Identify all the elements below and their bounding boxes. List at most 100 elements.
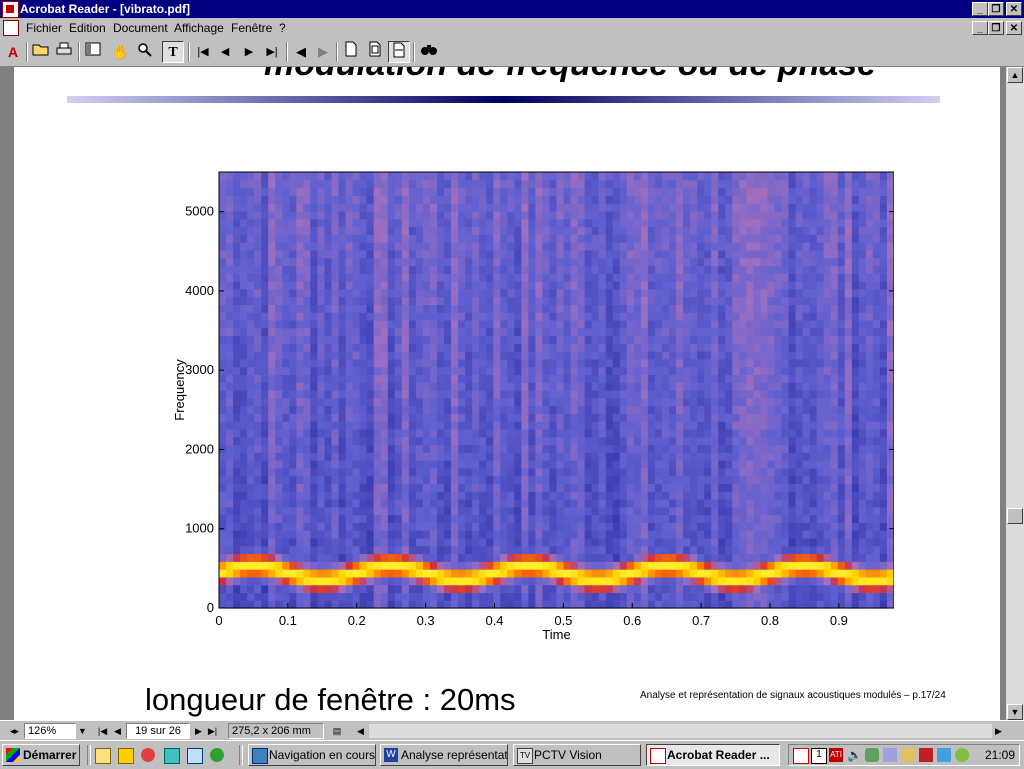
spectrogram-cell [823,452,832,461]
spectrogram-cell [500,444,508,453]
spectrogram-cell [261,499,269,508]
spectrogram-cell [753,506,762,516]
spectrogram-cell [598,195,607,204]
fit-page-icon[interactable] [364,41,386,63]
spectrogram-cell [802,483,811,492]
maximize-button[interactable]: ❐ [988,2,1004,16]
spectrogram-cell [669,460,677,469]
prev-page-icon[interactable]: ◀ [214,41,236,63]
next-page-icon[interactable]: ▶ [238,41,260,63]
spectrogram-cell [408,210,417,220]
spectrogram-cell [774,288,783,298]
spectrogram-cell [767,460,776,469]
menu-fenetre[interactable]: Fenêtre [231,21,272,35]
spectrogram-cell [697,319,705,329]
spectrogram-cell [704,242,712,251]
spectrogram-cell [514,351,522,360]
spectrogram-cell [788,172,797,181]
spectrogram-cell [338,522,347,531]
spectrogram-cell [577,249,586,259]
thumbnails-icon[interactable] [82,41,104,63]
spectrogram-cell [781,327,790,337]
spectrogram-cell [676,296,684,305]
find-icon[interactable] [418,41,440,63]
spectrogram-cell [704,428,712,438]
spectrogram-cell [781,358,790,368]
spectrogram-cell [401,561,410,570]
spectrogram-cell [816,319,825,329]
spectrogram-cell [472,358,480,368]
first-page-icon[interactable]: |◀ [192,41,214,63]
spectrogram-cell [436,390,445,399]
spectrogram-cell [605,257,614,267]
spectrogram-cell [310,288,319,298]
menu-document[interactable]: Document [113,21,168,35]
spectrogram-cell [661,296,670,305]
spectrogram-cell [233,234,241,243]
spectrogram-cell [704,576,712,586]
minimize-button[interactable]: _ [972,2,988,16]
spectrogram-cell [690,413,698,422]
zoom-icon[interactable] [134,41,156,63]
spectrogram-cell [640,452,649,461]
spectrogram-cell [394,203,403,212]
spectrogram-cell [282,553,290,562]
spectrogram-cell [444,257,452,267]
doc-minimize-button[interactable]: _ [972,21,988,35]
close-button[interactable]: ✕ [1006,2,1022,16]
spectrogram-cell [465,584,473,594]
spectrogram-cell [549,600,558,609]
spectrogram-cell [401,530,410,539]
fit-width-icon[interactable] [388,41,410,63]
spectrogram-cell [704,405,712,414]
spectrogram-cell [289,506,297,516]
spectrogram-cell [254,234,262,243]
spectrogram-cell [303,265,312,274]
doc-restore-button[interactable]: ❐ [988,21,1004,35]
last-page-icon[interactable]: ▶| [261,41,283,63]
spectrogram-cell [268,351,276,360]
spectrogram-cell [493,257,501,267]
spectrogram-cell [451,506,459,516]
spectrogram-cell [535,576,544,586]
spectrogram-cell [725,187,733,196]
spectrogram-cell [570,436,579,446]
print-icon[interactable] [53,41,75,63]
spectrogram-cell [760,382,769,391]
spectrogram-cell [669,195,677,204]
acrobat-icon[interactable]: A [2,41,24,63]
spectrogram-cell [816,218,825,228]
doc-close-button[interactable]: ✕ [1006,21,1022,35]
spectrogram-cell [465,421,473,430]
spectrogram-cell [331,179,340,189]
open-icon[interactable] [30,41,52,63]
menu-affichage[interactable]: Affichage [174,21,224,35]
menu-edition[interactable]: Edition [69,21,106,35]
spectrogram-cell [486,537,494,547]
hand-icon[interactable]: ✋ [110,41,132,63]
spectrogram-cell [563,265,572,274]
spectrogram-cell [493,265,501,274]
document-icon[interactable] [3,20,19,36]
spectrogram-cell [247,561,255,570]
spectrogram-cell [451,569,459,578]
spectrogram-cell [493,327,501,337]
spectrogram-cell [373,499,382,508]
spectrogram-cell [352,460,361,469]
spectrogram-cell [500,210,508,220]
acrobat-app-icon[interactable] [2,1,19,18]
spectrogram-cell [268,172,276,181]
spectrogram-cell [584,584,593,594]
go-back-icon[interactable]: ◀ [290,41,312,63]
spectrogram-cell [429,460,438,469]
spectrogram-cell [422,257,431,267]
menu-fichier[interactable]: Fichier [26,21,62,35]
text-select-icon[interactable]: T [162,41,184,63]
actual-size-icon[interactable] [340,41,362,63]
spectrogram-cell [408,390,417,399]
spectrogram-cell [338,444,347,453]
menu-help[interactable]: ? [279,21,286,35]
go-forward-icon[interactable]: ▶ [312,41,334,63]
spectrogram-cell [303,195,312,204]
spectrogram-cell [830,335,839,344]
